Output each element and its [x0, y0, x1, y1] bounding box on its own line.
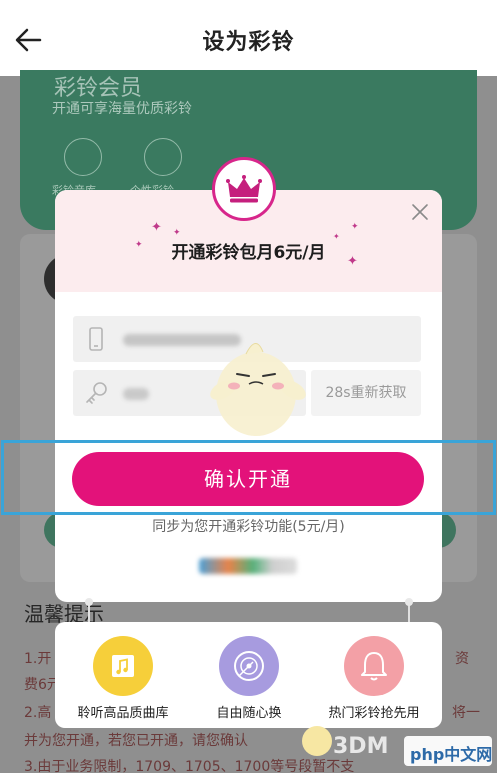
- benefit-label: 自由随心换: [216, 706, 282, 721]
- tips-line: 将一: [452, 705, 480, 721]
- sparkle-icon: ✦: [173, 228, 181, 238]
- highlight-frame: [1, 440, 496, 515]
- benefit-label: 聆听高品质曲库: [77, 706, 169, 721]
- vinyl-disc-icon: [234, 651, 264, 681]
- subscribe-dialog: ✦ ✦ ✦ ✦ ✦ ✦ 开通彩铃包月6元/月 28s重新获取 确认开通 同步为您…: [55, 190, 442, 602]
- tips-line: 1.开: [24, 651, 52, 667]
- key-icon: [86, 382, 107, 404]
- music-note-icon: [144, 138, 182, 176]
- crown-badge: [212, 157, 276, 221]
- benefit-item-free-switch: 自由随心换: [189, 636, 309, 728]
- connector-dot: [85, 598, 93, 606]
- verification-code-value: [123, 388, 149, 400]
- benefit-icon-circle: [344, 636, 404, 696]
- watermark-text: 3DM: [333, 734, 389, 759]
- music-folder-icon: [112, 655, 134, 677]
- page-title: 设为彩铃: [202, 30, 295, 55]
- operator-logo: [199, 558, 297, 574]
- sync-notice: 同步为您开通彩铃功能(5元/月): [152, 519, 345, 535]
- close-button[interactable]: [408, 200, 432, 224]
- tips-line: 2.高: [24, 705, 52, 721]
- close-icon: [412, 204, 428, 220]
- bell-outline-icon: [64, 138, 102, 176]
- crown-icon: [226, 175, 262, 203]
- sparkle-icon: ✦: [351, 222, 359, 232]
- benefits-panel: 聆听高品质曲库 自由随心换 热门彩铃抢先用: [55, 622, 442, 728]
- benefit-icon-circle: [219, 636, 279, 696]
- tips-line: 资: [455, 651, 469, 667]
- benefit-item-hq-library: 聆听高品质曲库: [63, 636, 183, 728]
- benefit-icon-circle: [93, 636, 153, 696]
- chick-mascot-image: [210, 343, 306, 436]
- watermark-chick-icon: [302, 726, 332, 756]
- benefit-label: 热门彩铃抢先用: [328, 706, 420, 721]
- phone-icon: [89, 327, 103, 351]
- resend-code-button[interactable]: 28s重新获取: [311, 370, 421, 416]
- bell-icon: [361, 652, 387, 681]
- dialog-title: 开通彩铃包月6元/月: [171, 243, 326, 263]
- connector-dot: [405, 598, 413, 606]
- top-bar: 设为彩铃: [0, 0, 497, 76]
- benefit-item-hot-ringtones: 热门彩铃抢先用: [314, 636, 434, 728]
- banner-subtitle: 开通可享海量优质彩铃: [52, 101, 192, 117]
- tips-line: 并为您开通，若您已开通，请您确认: [24, 733, 248, 749]
- watermark-php-text: php中文网: [410, 745, 493, 764]
- sparkle-icon: ✦: [151, 220, 162, 235]
- tips-line: 3.由于业务限制，1709、1705、1700等号段暂不支: [24, 759, 355, 773]
